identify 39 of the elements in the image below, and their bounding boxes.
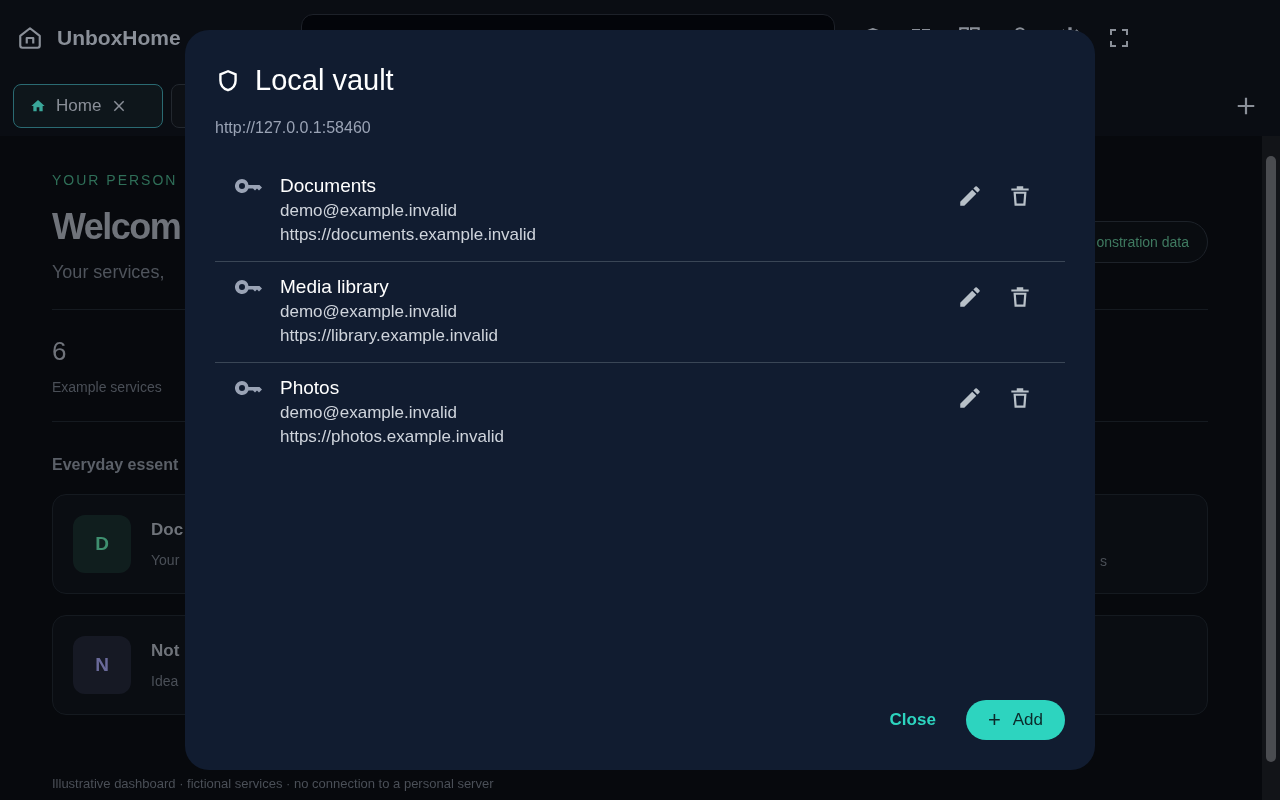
- page-heading: Welcom: [52, 206, 181, 248]
- add-button[interactable]: + Add: [965, 700, 1065, 740]
- stat-value: 6: [52, 336, 67, 367]
- service-title: Doc: [151, 520, 184, 540]
- key-icon: [235, 279, 265, 295]
- home-icon[interactable]: [17, 25, 43, 51]
- add-tab-icon[interactable]: [1235, 95, 1257, 117]
- footer-text: Illustrative dashboard · fictional services · no connection to a personal server: [52, 776, 494, 791]
- service-description: s: [1100, 553, 1107, 569]
- tab[interactable]: Home: [13, 84, 163, 128]
- service-description: Idea: [151, 673, 180, 689]
- section-title: Everyday essent: [52, 456, 179, 474]
- entry-username: demo@example.invalid: [280, 403, 458, 423]
- service-avatar: D: [73, 515, 131, 573]
- eyebrow-text: YOUR PERSON: [52, 172, 178, 188]
- entry-name: Documents: [280, 175, 378, 197]
- edit-icon[interactable]: [957, 284, 983, 310]
- vault-url: http://127.0.0.1:58460: [215, 119, 372, 137]
- close-button[interactable]: Close: [883, 709, 942, 731]
- entry-username: demo@example.invalid: [280, 201, 458, 221]
- service-title: Not: [151, 641, 180, 661]
- service-avatar: N: [73, 636, 131, 694]
- service-description: Your: [151, 552, 181, 568]
- app-title: UnboxHome: [57, 26, 181, 50]
- edit-icon[interactable]: [957, 183, 983, 209]
- scrollbar[interactable]: [1262, 136, 1280, 800]
- entry-username: demo@example.invalid: [280, 302, 458, 322]
- entry-url: https://library.example.invalid: [280, 326, 499, 346]
- entry-name: Photos: [280, 377, 341, 399]
- key-icon: [235, 380, 265, 396]
- entry-url: https://photos.example.invalid: [280, 427, 505, 447]
- key-icon: [235, 178, 265, 194]
- dialog-title: Local vault: [255, 64, 394, 97]
- entry-url: https://documents.example.invalid: [280, 225, 538, 245]
- edit-icon[interactable]: [957, 385, 983, 411]
- stat-label: Example services: [52, 379, 162, 395]
- home-icon: [30, 98, 46, 114]
- entry-name: Media library: [280, 276, 390, 298]
- page-subtitle: Your services,: [52, 262, 165, 283]
